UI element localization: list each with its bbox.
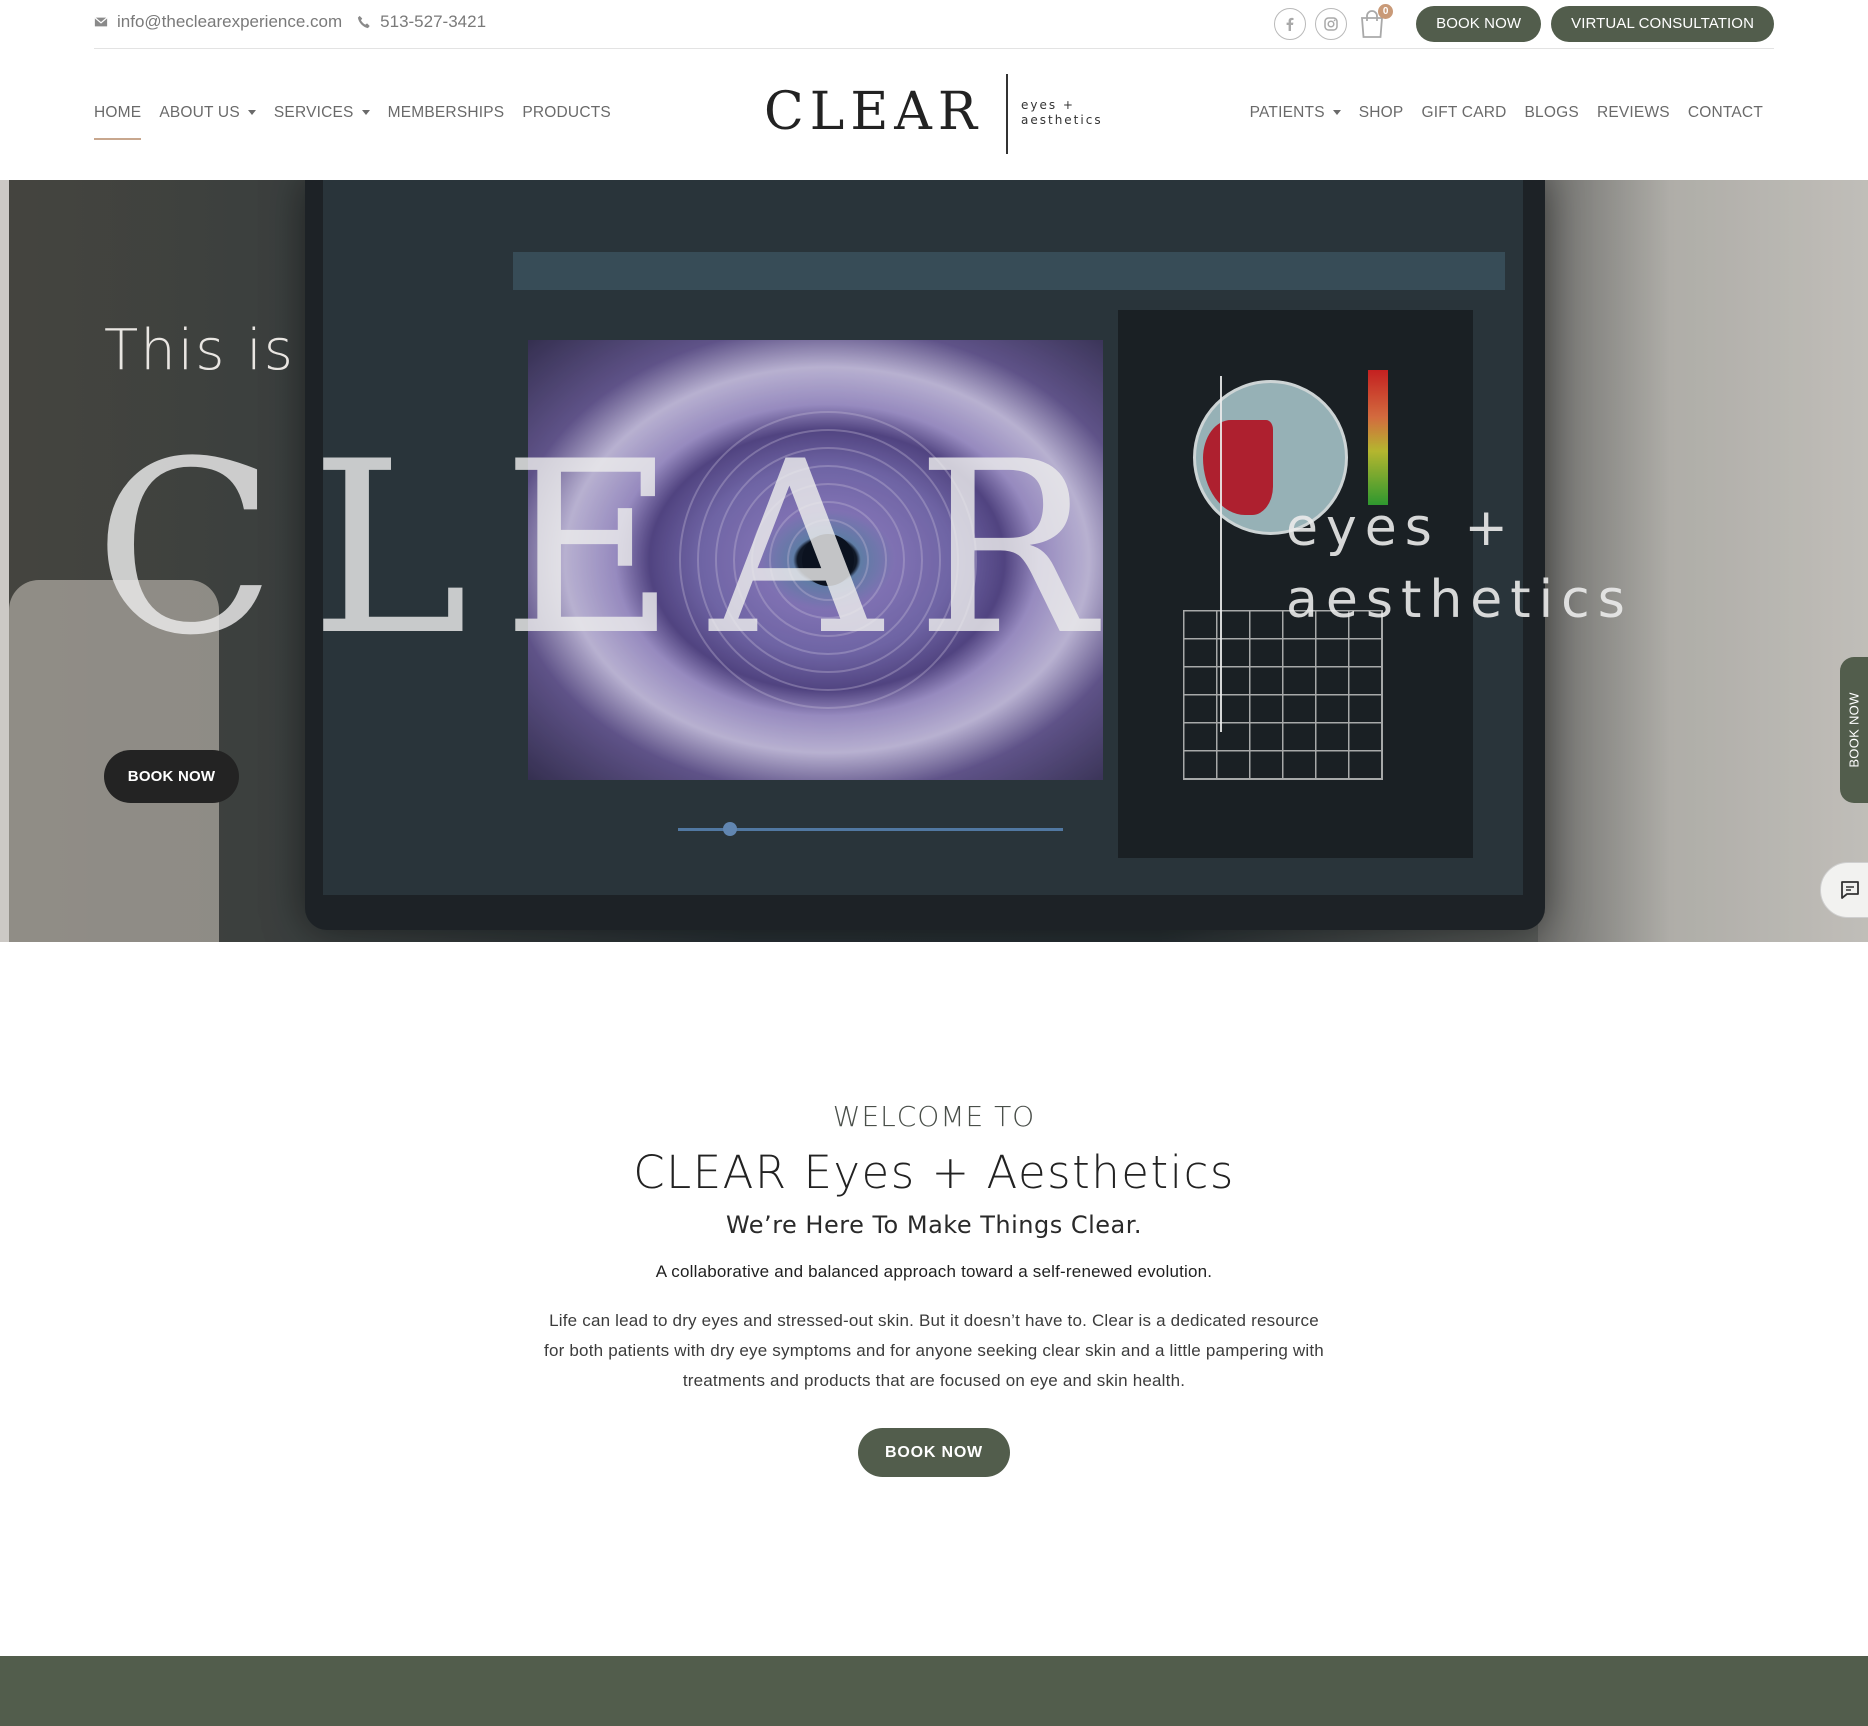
welcome-section: WELCOME TO CLEAR Eyes + Aesthetics We’re…: [0, 1100, 1868, 1477]
nav-item-products[interactable]: PRODUCTS: [522, 104, 611, 122]
nav-item-label: CONTACT: [1687, 104, 1763, 121]
phone-link[interactable]: 513-527-3421: [357, 12, 486, 32]
instagram-link[interactable]: [1315, 8, 1348, 40]
chevron-down-icon: [1332, 110, 1341, 116]
cart-count-badge: 0: [1378, 4, 1394, 19]
nav-item-label: PATIENTS: [1249, 104, 1325, 121]
logo-subtitle: eyes + aesthetics: [1021, 98, 1103, 128]
hero-subtitle: eyes + aesthetics: [1286, 492, 1633, 636]
hero-banner: This is CLEAR eyes + aesthetics BOOK NOW…: [0, 180, 1868, 942]
hero-intro: This is: [104, 318, 295, 383]
logo-divider: [1006, 74, 1008, 154]
welcome-book-now-button[interactable]: BOOK NOW: [858, 1428, 1010, 1477]
nav-item-label: REVIEWS: [1596, 104, 1670, 121]
nav-item-gift-card[interactable]: GIFT CARD: [1421, 104, 1506, 122]
welcome-lead: A collaborative and balanced approach to…: [655, 1262, 1213, 1281]
email-link[interactable]: info@theclearexperience.com: [94, 12, 342, 32]
top-book-now-button[interactable]: BOOK NOW: [1416, 6, 1542, 42]
hero-book-now-button[interactable]: BOOK NOW: [104, 750, 239, 803]
nav-item-label: SHOP: [1358, 104, 1404, 121]
contact-info: info@theclearexperience.com 513-527-3421: [94, 12, 501, 32]
top-bar: info@theclearexperience.com 513-527-3421…: [94, 0, 1774, 49]
virtual-consultation-button[interactable]: VIRTUAL CONSULTATION: [1551, 6, 1774, 42]
nav-item-shop[interactable]: SHOP: [1359, 104, 1404, 122]
main-nav: HOME ABOUT US SERVICES MEMBERSHIPS PRODUCTS …: [0, 70, 1868, 155]
nav-item-home[interactable]: HOME: [94, 104, 142, 140]
nav-item-services[interactable]: SERVICES: [274, 104, 370, 122]
nav-item-label: BLOGS: [1524, 104, 1579, 121]
nav-right: PATIENTS SHOP GIFT CARD BLOGS REVIEWS CONTACT: [1232, 104, 1763, 122]
chat-icon: [1841, 881, 1859, 899]
nav-item-blogs[interactable]: BLOGS: [1525, 104, 1579, 122]
nav-item-label: MEMBERSHIPS: [387, 104, 505, 121]
hero-sub-line1: eyes +: [1286, 498, 1516, 558]
hero-divider: [1220, 376, 1222, 732]
welcome-tagline: We’re Here To Make Things Clear.: [725, 1211, 1143, 1239]
nav-item-reviews[interactable]: REVIEWS: [1597, 104, 1670, 122]
next-section-band: [0, 1656, 1868, 1726]
nav-item-label: HOME: [94, 104, 142, 121]
welcome-body: Life can lead to dry eyes and stressed-o…: [544, 1311, 1324, 1390]
chevron-down-icon: [361, 110, 370, 116]
phone-icon: [358, 15, 370, 29]
nav-item-about-us[interactable]: ABOUT US: [159, 104, 256, 122]
email-text: info@theclearexperience.com: [117, 12, 343, 31]
envelope-icon: [94, 17, 108, 27]
nav-item-contact[interactable]: CONTACT: [1688, 104, 1763, 122]
cart-button[interactable]: 0: [1359, 4, 1394, 39]
nav-left: HOME ABOUT US SERVICES MEMBERSHIPS PRODUCTS: [94, 104, 629, 140]
phone-text: 513-527-3421: [380, 12, 487, 31]
nav-item-label: PRODUCTS: [522, 104, 611, 121]
logo-sub-line1: eyes +: [1021, 98, 1075, 112]
nav-item-label: ABOUT US: [159, 104, 240, 121]
instagram-icon: [1324, 17, 1338, 31]
hero-sub-line2: aesthetics: [1286, 570, 1633, 630]
nav-item-patients[interactable]: PATIENTS: [1250, 104, 1341, 122]
logo-sub-line2: aesthetics: [1021, 113, 1103, 127]
top-actions: 0 BOOK NOW VIRTUAL CONSULTATION: [1274, 4, 1774, 42]
welcome-title: CLEAR Eyes + Aesthetics: [633, 1146, 1235, 1199]
nav-item-label: GIFT CARD: [1421, 104, 1507, 121]
side-book-now-tab[interactable]: BOOK NOW: [1840, 657, 1868, 803]
chevron-down-icon: [247, 110, 256, 116]
nav-item-label: SERVICES: [273, 104, 354, 121]
facebook-link[interactable]: [1274, 8, 1307, 40]
side-tab-label: BOOK NOW: [1846, 692, 1862, 768]
chat-button[interactable]: [1820, 862, 1868, 918]
nav-item-memberships[interactable]: MEMBERSHIPS: [388, 104, 505, 122]
welcome-kicker: WELCOME TO: [832, 1100, 1036, 1133]
hero-wordmark: CLEAR: [94, 411, 1129, 688]
facebook-icon: [1286, 17, 1294, 31]
logo-wordmark: CLEAR: [764, 82, 983, 142]
